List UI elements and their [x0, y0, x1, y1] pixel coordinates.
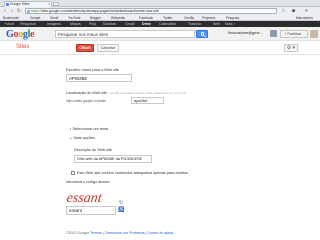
site-name-label: Escolher nome para o Web site [66, 68, 119, 72]
address-bar[interactable]: https://sites.google.com/site/sites/syst… [25, 8, 277, 14]
new-tab-button[interactable] [53, 2, 59, 6]
create-site-form: Escolher nome para o Web site APW2BE Loc… [0, 56, 320, 224]
footer-links[interactable]: Termos | Comunicar um Problema | Centro … [90, 231, 173, 235]
refresh-captcha-icon[interactable]: ↻ [118, 200, 124, 206]
extension-icon[interactable]: ◆ [290, 8, 297, 14]
site-description-input[interactable]: Sítio web da APW2BE da PGGBCESE [74, 155, 152, 163]
lock-icon [27, 10, 30, 13]
description-label: Descrição do Web site [74, 148, 112, 152]
captcha-label: Introduza o código abaixo: [66, 180, 111, 184]
reload-icon[interactable]: ↻ [16, 8, 22, 14]
browser-toolbar: ‹ › ↻ https://sites.google.com/site/site… [0, 7, 320, 15]
captcha-svg: essant [66, 190, 104, 206]
chevron-right-icon [70, 128, 71, 130]
browser-tab-strip: Google Sites × [0, 0, 320, 7]
address-text: sites.google.com/site/sites/system/app/p… [41, 9, 159, 13]
back-icon[interactable]: ‹ [2, 8, 8, 14]
gear-icon[interactable]: ⚙ ▾ [284, 44, 298, 52]
location-label: Localização do Web site - os URLs só pod… [66, 91, 186, 95]
site-name-input[interactable]: APW2BE [66, 74, 132, 82]
location-hint: - os URLs só podem conter estes caracter… [108, 91, 186, 95]
search-input[interactable]: Pesquisar nos meus sites [55, 30, 195, 38]
cancel-button[interactable]: Cancelar [97, 44, 119, 52]
captcha-input[interactable]: essant [66, 206, 116, 215]
sites-toolbar: Sites CRIAR Cancelar ⚙ ▾ [0, 41, 320, 55]
wrench-menu-icon[interactable]: ≡ [303, 8, 310, 14]
share-button[interactable]: + Partilhar [280, 30, 308, 38]
more-options-label: Mais opções [73, 136, 95, 140]
page-title: Sites [16, 44, 30, 50]
google-logo[interactable]: Google [6, 29, 35, 40]
copyright: ©2012 Google [66, 231, 90, 235]
accessibility-icon[interactable]: ♿ [118, 207, 124, 213]
site-location-input[interactable]: apw2be [131, 97, 164, 104]
location-prefix: https://sites.google.com/site/ [66, 99, 107, 103]
sites-favicon-icon [6, 3, 9, 7]
captcha-image: essant [66, 189, 119, 206]
more-options-toggle[interactable]: Mais opções [70, 136, 95, 140]
footer: ©2012 Google Termos | Comunicar um Probl… [0, 226, 320, 240]
search-button[interactable] [196, 30, 208, 38]
star-icon[interactable]: ☆ [280, 8, 287, 14]
select-theme-toggle[interactable]: Seleccionar um tema [70, 127, 108, 131]
mature-content-label: Este Web site contém conteúdos adequados… [77, 171, 189, 175]
location-label-text: Localização do Web site [66, 91, 108, 95]
address-scheme: https:// [31, 9, 42, 13]
mature-content-checkbox[interactable] [71, 171, 75, 175]
forward-icon[interactable]: › [9, 8, 15, 14]
logo-letter: e [30, 29, 35, 40]
create-button[interactable]: CRIAR [76, 44, 94, 52]
google-header: Google Pesquisar nos meus sites tinoccal… [0, 27, 320, 41]
account-email[interactable]: tinoccalome@gma... [228, 31, 263, 35]
avatar[interactable] [310, 30, 318, 38]
account-menu-icon[interactable] [270, 30, 277, 37]
captcha-text: essant [66, 190, 104, 206]
select-theme-label: Seleccionar um tema [72, 127, 109, 131]
chevron-down-icon [70, 137, 72, 139]
tab-title: Google Sites [10, 2, 30, 6]
